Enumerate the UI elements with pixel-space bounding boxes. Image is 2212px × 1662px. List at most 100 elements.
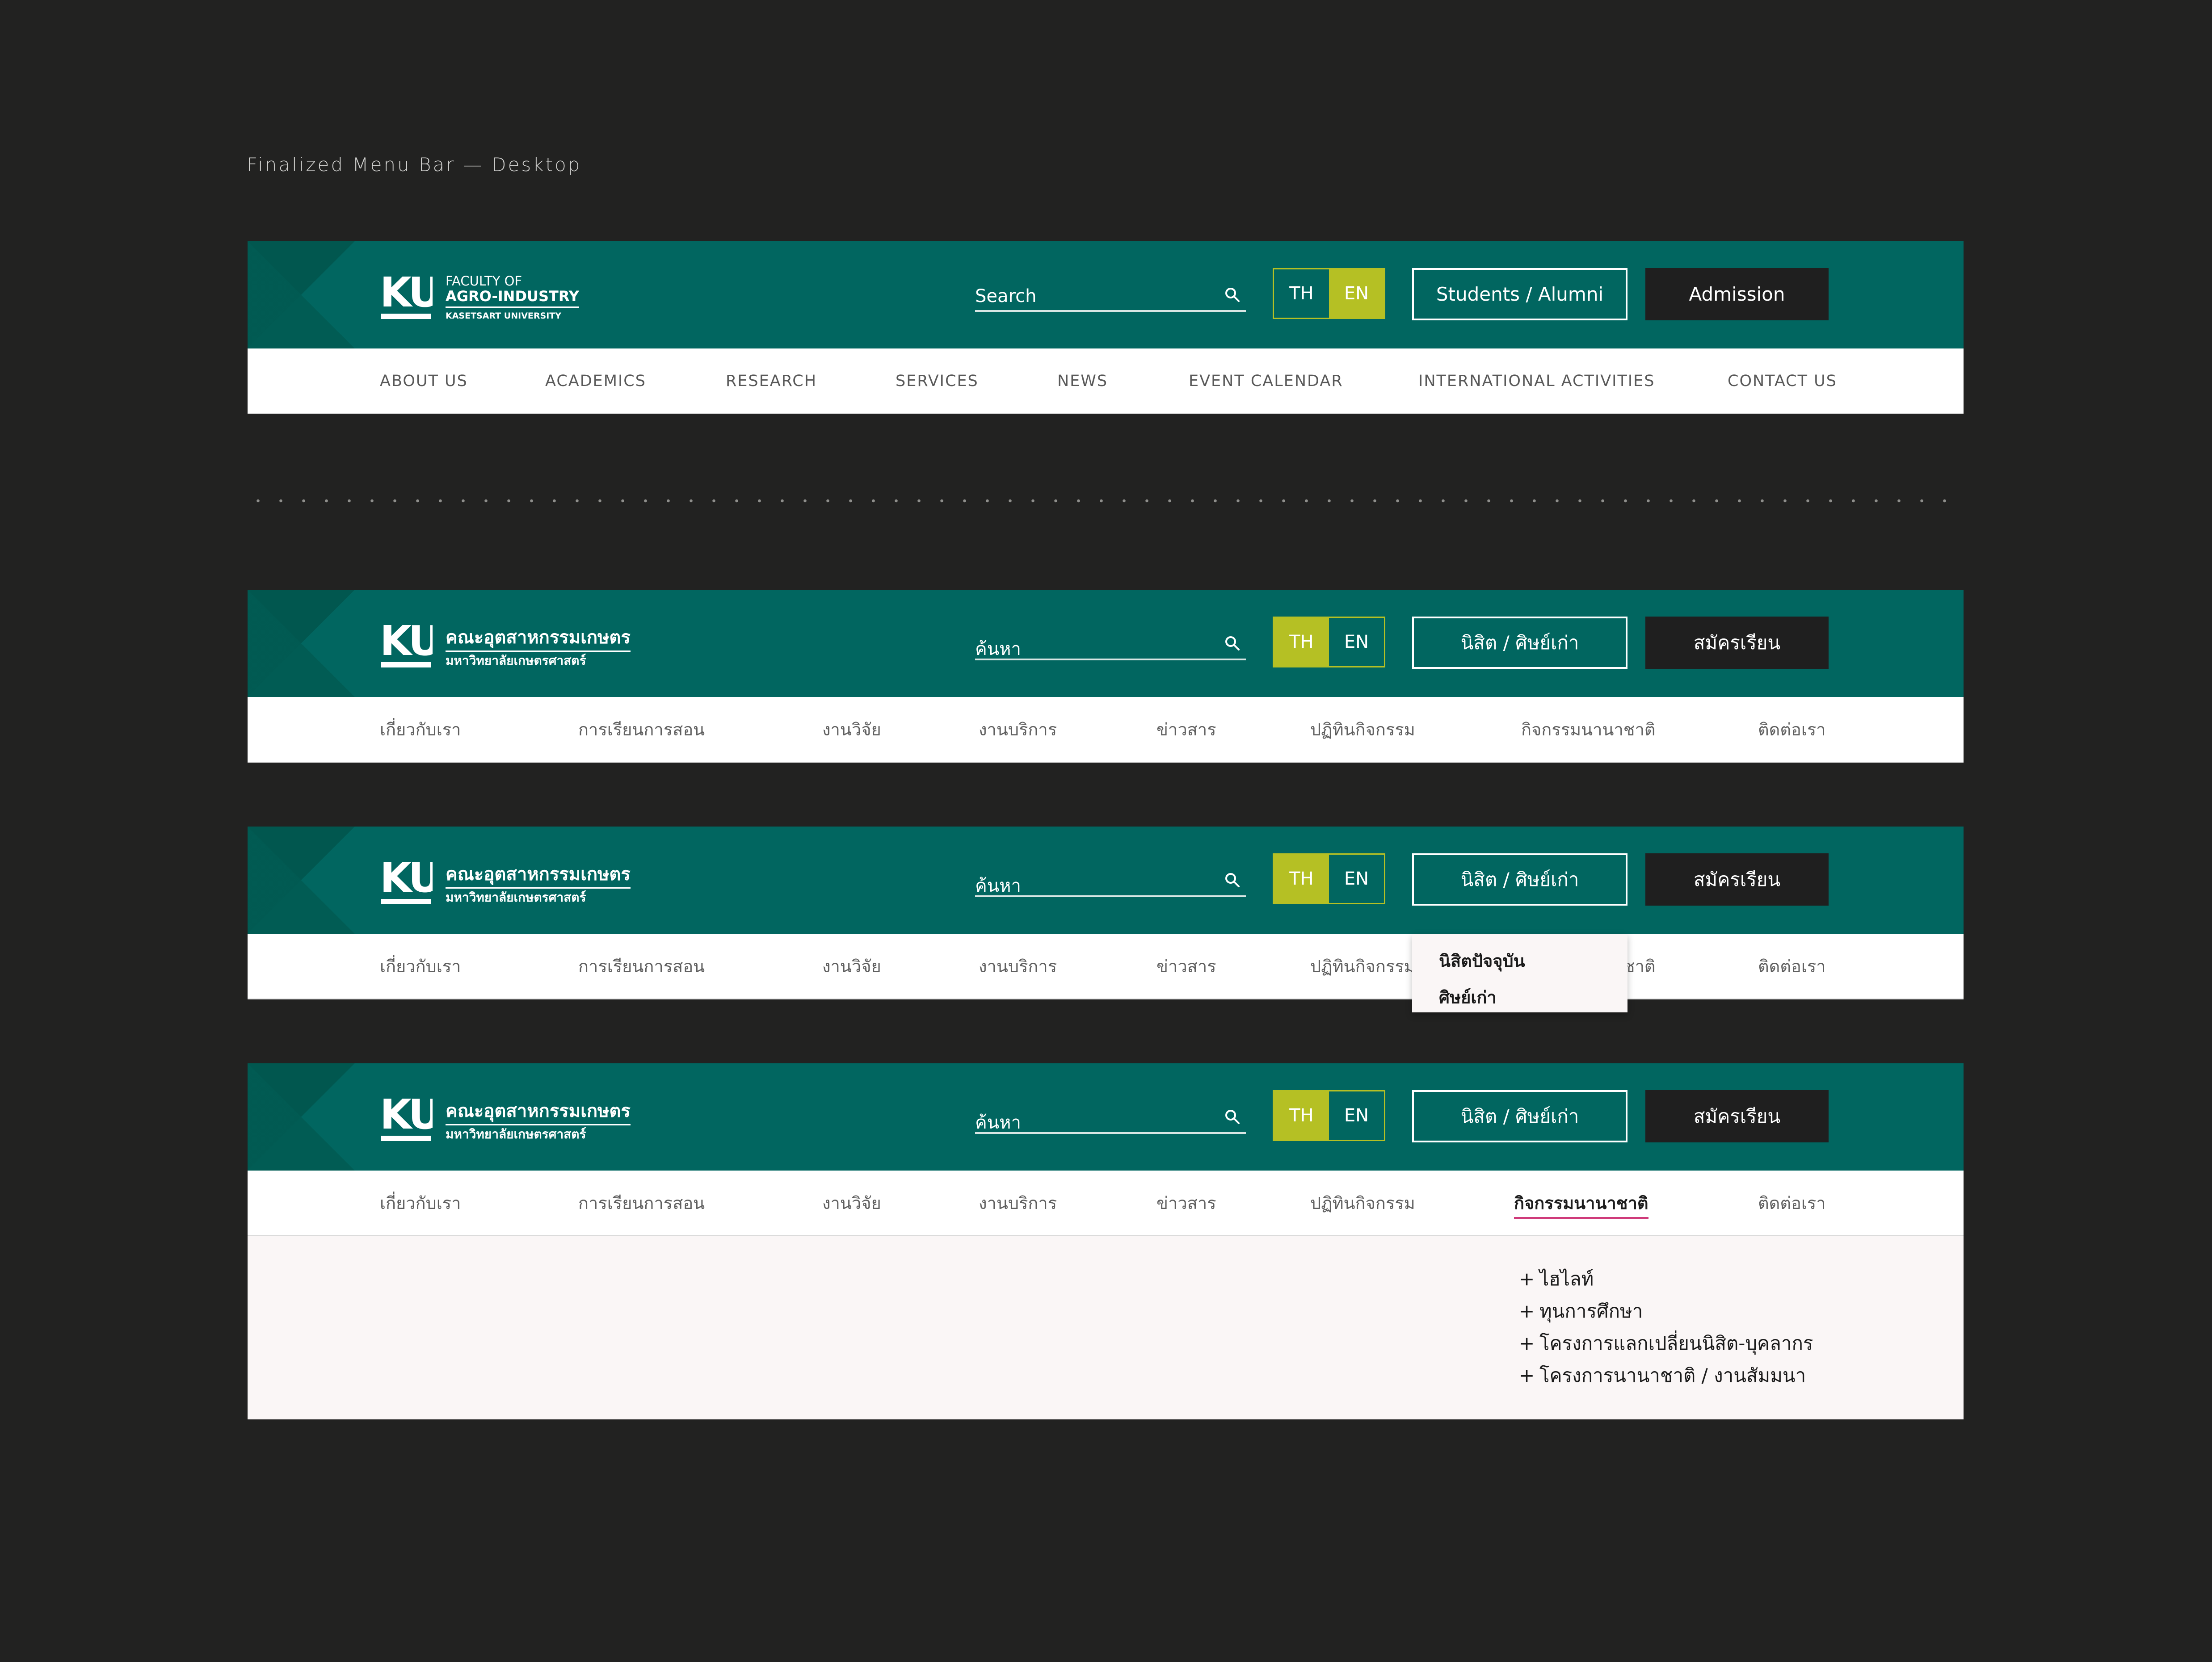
- logo-line-2: มหาวิทยาลัยเกษตรศาสตร์: [446, 1127, 586, 1142]
- nav-item-contact-us[interactable]: ติดต่อเรา: [1758, 934, 1826, 999]
- nav-item-services[interactable]: งานบริการ: [979, 1171, 1057, 1235]
- nav-item-news[interactable]: ข่าวสาร: [1156, 934, 1216, 999]
- site-header: KU คณะอุตสาหกรรมเกษตร มหาวิทยาลัยเกษตรศา…: [248, 1063, 1964, 1171]
- ku-logo-mark: KU: [380, 273, 433, 319]
- nav-item-event-calendar[interactable]: ปฏิทินกิจกรรม: [1310, 697, 1415, 762]
- logo-line-1: คณะอุตสาหกรรมเกษตร: [446, 863, 631, 889]
- nav-item-academics[interactable]: การเรียนการสอน: [578, 934, 705, 999]
- page-caption: Finalized Menu Bar — Desktop: [247, 154, 582, 176]
- search-icon[interactable]: [1224, 634, 1241, 652]
- search-input[interactable]: ค้นหา: [975, 629, 1246, 660]
- students-alumni-button[interactable]: Students / Alumni: [1412, 268, 1627, 320]
- nav-item-news[interactable]: NEWS: [1057, 348, 1108, 413]
- nav-item-services[interactable]: SERVICES: [896, 348, 979, 413]
- nav-item-academics[interactable]: ACADEMICS: [545, 348, 646, 413]
- mega-menu-list: + ไฮไลท์ + ทุนการศึกษา + โครงการแลกเปลี่ยนน…: [1519, 1263, 1813, 1392]
- admission-button[interactable]: Admission: [1645, 268, 1829, 320]
- lang-th-option[interactable]: TH: [1274, 855, 1329, 903]
- international-mega-menu: + ไฮไลท์ + ทุนการศึกษา + โครงการแลกเปลี่ยนน…: [248, 1236, 1964, 1419]
- nav-item-event-calendar[interactable]: ปฏิทินกิจกรรม: [1310, 934, 1415, 999]
- ku-logo-mark: KU: [380, 859, 433, 904]
- ku-logo-mark: KU: [380, 622, 433, 667]
- ku-logo-mark: KU: [380, 1095, 433, 1141]
- mega-menu-item[interactable]: + ไฮไลท์: [1519, 1263, 1813, 1295]
- nav-item-research[interactable]: งานวิจัย: [822, 697, 881, 762]
- nav-item-event-calendar[interactable]: EVENT CALENDAR: [1189, 348, 1343, 413]
- mega-menu-item-label: โครงการแลกเปลี่ยนนิสิต-บุคลากร: [1539, 1332, 1813, 1354]
- search-icon[interactable]: [1224, 286, 1241, 304]
- site-header: KU คณะอุตสาหกรรมเกษตร มหาวิทยาลัยเกษตรศา…: [248, 827, 1964, 934]
- mega-menu-item[interactable]: + โครงการแลกเปลี่ยนนิสิต-บุคลากร: [1519, 1327, 1813, 1360]
- search-input[interactable]: ค้นหา: [975, 866, 1246, 897]
- logo-line-2: มหาวิทยาลัยเกษตรศาสตร์: [446, 653, 586, 668]
- lang-en-option[interactable]: EN: [1329, 1091, 1384, 1140]
- nav-item-services[interactable]: งานบริการ: [979, 697, 1057, 762]
- admission-button[interactable]: สมัครเรียน: [1645, 617, 1829, 669]
- search-placeholder: Search: [975, 286, 1037, 306]
- header-facet-decoration: [248, 590, 355, 697]
- nav-item-academics[interactable]: การเรียนการสอน: [578, 1171, 705, 1235]
- nav-item-international-activities[interactable]: INTERNATIONAL ACTIVITIES: [1418, 348, 1655, 413]
- search-input[interactable]: Search: [975, 281, 1246, 312]
- lang-en-option[interactable]: EN: [1329, 618, 1384, 666]
- nav-item-international-activities[interactable]: กิจกรรมนานาชาติ: [1514, 1171, 1648, 1235]
- header-facet-decoration: [248, 1063, 355, 1171]
- search-placeholder: ค้นหา: [975, 876, 1021, 896]
- menu-bar-thai-dropdown: KU คณะอุตสาหกรรมเกษตร มหาวิทยาลัยเกษตรศา…: [248, 827, 1964, 1012]
- students-alumni-button[interactable]: นิสิต / ศิษย์เก่า: [1412, 617, 1627, 669]
- nav-item-contact-us[interactable]: ติดต่อเรา: [1758, 1171, 1826, 1235]
- lang-en-option[interactable]: EN: [1329, 269, 1384, 318]
- logo-line-1: FACULTY OF: [446, 273, 522, 289]
- mega-menu-item-label: ไฮไลท์: [1539, 1268, 1594, 1290]
- mega-menu-item[interactable]: + ทุนการศึกษา: [1519, 1295, 1813, 1327]
- menu-bar-thai-default: KU คณะอุตสาหกรรมเกษตร มหาวิทยาลัยเกษตรศา…: [248, 590, 1964, 763]
- dropdown-item-current-students[interactable]: นิสิตปัจจุบัน: [1439, 947, 1525, 974]
- admission-button[interactable]: สมัครเรียน: [1645, 1090, 1829, 1142]
- header-facet-decoration: [248, 241, 355, 348]
- language-toggle: TH EN: [1273, 1090, 1385, 1141]
- main-nav: เกี่ยวกับเรา การเรียนการสอน งานวิจัย งาน…: [248, 1171, 1964, 1236]
- lang-th-option[interactable]: TH: [1274, 618, 1329, 666]
- lang-en-option[interactable]: EN: [1329, 855, 1384, 903]
- nav-item-international-activities[interactable]: กิจกรรมนานาชาติ: [1521, 697, 1656, 762]
- nav-item-about-us[interactable]: เกี่ยวกับเรา: [380, 697, 461, 762]
- nav-item-research[interactable]: งานวิจัย: [822, 1171, 881, 1235]
- search-input[interactable]: ค้นหา: [975, 1103, 1246, 1134]
- lang-th-option[interactable]: TH: [1274, 1091, 1329, 1140]
- search-icon[interactable]: [1224, 1108, 1241, 1126]
- faculty-name: คณะอุตสาหกรรมเกษตร มหาวิทยาลัยเกษตรศาสตร…: [446, 1095, 631, 1143]
- students-alumni-button[interactable]: นิสิต / ศิษย์เก่า: [1412, 853, 1627, 906]
- logo-line-2: มหาวิทยาลัยเกษตรศาสตร์: [446, 890, 586, 905]
- mega-menu-item-label: โครงการนานาชาติ / งานสัมมนา: [1539, 1364, 1806, 1386]
- mega-menu-item-label: ทุนการศึกษา: [1539, 1300, 1643, 1322]
- nav-item-research[interactable]: RESEARCH: [726, 348, 817, 413]
- admission-button[interactable]: สมัครเรียน: [1645, 853, 1829, 906]
- search-placeholder: ค้นหา: [975, 1112, 1021, 1133]
- dropdown-item-alumni[interactable]: ศิษย์เก่า: [1439, 984, 1497, 1011]
- lang-th-option[interactable]: TH: [1274, 269, 1329, 318]
- plus-icon: +: [1519, 1332, 1535, 1354]
- mega-menu-item[interactable]: + โครงการนานาชาติ / งานสัมมนา: [1519, 1360, 1813, 1392]
- nav-item-about-us[interactable]: ABOUT US: [380, 348, 468, 413]
- faculty-name: FACULTY OF AGRO-INDUSTRY KASETSART UNIVE…: [446, 273, 579, 324]
- logo-line-3: KASETSART UNIVERSITY: [446, 311, 561, 321]
- nav-item-news[interactable]: ข่าวสาร: [1156, 697, 1216, 762]
- search-placeholder: ค้นหา: [975, 639, 1021, 659]
- nav-item-about-us[interactable]: เกี่ยวกับเรา: [380, 1171, 461, 1235]
- main-nav: ABOUT US ACADEMICS RESEARCH SERVICES NEW…: [248, 348, 1964, 414]
- ku-logo-letters: KU: [380, 622, 433, 665]
- nav-item-news[interactable]: ข่าวสาร: [1156, 1171, 1216, 1235]
- menu-bar-thai-mega-menu: KU คณะอุตสาหกรรมเกษตร มหาวิทยาลัยเกษตรศา…: [248, 1063, 1964, 1419]
- logo-line-1: คณะอุตสาหกรรมเกษตร: [446, 626, 631, 652]
- nav-item-research[interactable]: งานวิจัย: [822, 934, 881, 999]
- nav-item-contact-us[interactable]: CONTACT US: [1728, 348, 1837, 413]
- nav-item-academics[interactable]: การเรียนการสอน: [578, 697, 705, 762]
- search-icon[interactable]: [1224, 871, 1241, 889]
- nav-item-event-calendar[interactable]: ปฏิทินกิจกรรม: [1310, 1171, 1415, 1235]
- nav-item-contact-us[interactable]: ติดต่อเรา: [1758, 697, 1826, 762]
- header-facet-decoration: [248, 827, 355, 934]
- students-alumni-button[interactable]: นิสิต / ศิษย์เก่า: [1412, 1090, 1627, 1142]
- nav-item-about-us[interactable]: เกี่ยวกับเรา: [380, 934, 461, 999]
- site-header: KU คณะอุตสาหกรรมเกษตร มหาวิทยาลัยเกษตรศา…: [248, 590, 1964, 697]
- nav-item-services[interactable]: งานบริการ: [979, 934, 1057, 999]
